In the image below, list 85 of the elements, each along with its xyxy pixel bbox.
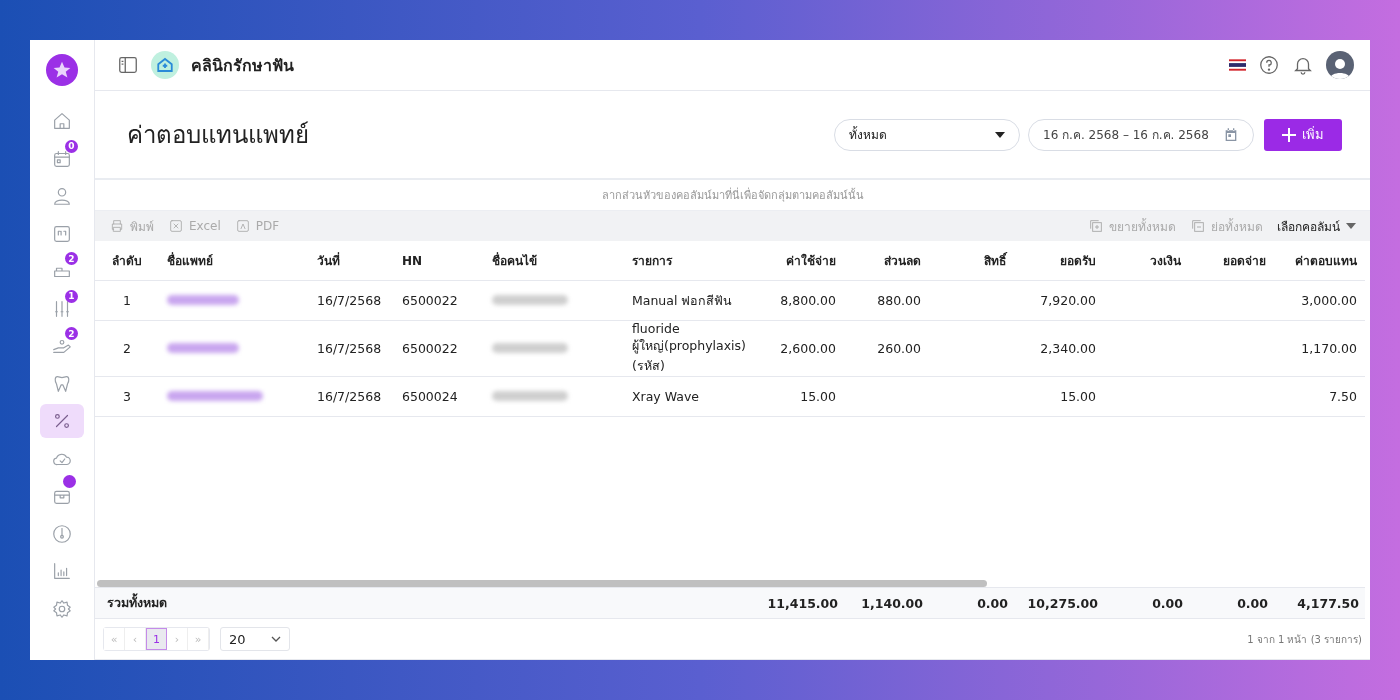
pdf-icon: [234, 218, 251, 234]
print-icon: [109, 218, 125, 234]
count-badge: 1: [65, 289, 78, 303]
sidebar-item[interactable]: 1: [40, 291, 84, 326]
excel-icon: [168, 218, 184, 234]
chevron-down-icon: [271, 636, 281, 642]
column-header[interactable]: วันที่: [309, 251, 394, 270]
gauge-icon: [51, 522, 73, 545]
table-cell-text: 2: [122, 341, 132, 356]
column-header[interactable]: ส่วนลด: [844, 251, 929, 270]
table-cell-text: 15.00: [1059, 389, 1097, 404]
table-cell-text: 16/7/2568: [316, 341, 383, 356]
count-badge: 2: [65, 327, 78, 340]
total-cell-text: 0.00: [1236, 595, 1269, 611]
column-header[interactable]: สิทธิ์: [929, 251, 1014, 270]
add-button[interactable]: เพิ่ม: [1264, 118, 1342, 151]
column-chooser-button[interactable]: เลือกคอลัมน์: [1277, 216, 1356, 236]
table-cell-text: 7,920.00: [1039, 293, 1097, 308]
table-cell-text: 3: [122, 389, 132, 404]
table-cell-text: 1: [122, 293, 132, 308]
table-cell-text: Xray Wave: [631, 389, 701, 404]
column-header[interactable]: ชื่อแพทย์: [159, 251, 309, 270]
settings-icon: [51, 597, 73, 620]
column-header[interactable]: ยอดรับ: [1014, 251, 1104, 270]
page-title: ค่าตอบแทนแพทย์: [127, 120, 310, 151]
table-cell-text: 16/7/2568: [316, 293, 383, 308]
column-header[interactable]: ค่าใช้จ่าย: [759, 251, 844, 270]
pagination-summary: 1 จาก 1 หน้า (3 รายการ): [1247, 632, 1362, 647]
table-cell-text: 6500024: [401, 389, 459, 404]
group-by-hint: ลากส่วนหัวของคอลัมน์มาที่นี่เพื่อจัดกลุ่มตามคอลัมน์นั้น: [601, 186, 864, 204]
table-cell-text: 3,000.00: [1300, 293, 1358, 308]
table-cell-text: 16/7/2568: [316, 389, 383, 404]
column-header[interactable]: รายการ: [624, 251, 759, 270]
column-header[interactable]: ชื่อคนไข้: [484, 251, 624, 270]
column-header[interactable]: HN: [394, 253, 484, 268]
column-header[interactable]: วงเงิน: [1104, 251, 1189, 270]
bar-chart-icon: [51, 560, 73, 582]
table-cell-text: fluoride ผู้ใหญ่(prophylaxis)(รหัส): [631, 321, 747, 375]
table-cell-text: 8,800.00: [779, 293, 837, 308]
caret-icon: [1346, 223, 1356, 229]
table-cell-text: 260.00: [876, 341, 922, 356]
sidebar-item[interactable]: 2: [40, 254, 84, 288]
page-button[interactable]: 1: [146, 628, 167, 650]
table-cell-text: 2,600.00: [779, 341, 837, 356]
total-cell-text: 11,415.00: [766, 595, 839, 611]
page-size-dropdown[interactable]: 20: [220, 627, 290, 651]
total-cell-text: 1,140.00: [860, 595, 924, 611]
horizontal-scrollbar[interactable]: [97, 580, 987, 587]
sidebar-item[interactable]: 2: [40, 329, 84, 363]
table-cell-text: Manual ฟอกสีฟัน: [631, 291, 734, 310]
table-cell-text: 6500022: [401, 293, 459, 308]
totals-label: รวมทั้งหมด: [106, 593, 168, 612]
column-header[interactable]: ยอดจ่าย: [1189, 251, 1274, 270]
total-cell-text: 10,275.00: [1026, 595, 1099, 611]
sidebar-item[interactable]: 0: [40, 141, 84, 176]
table-cell-text: 1,170.00: [1300, 341, 1358, 356]
expand-icon: [1088, 218, 1104, 234]
calendar-icon: [1223, 126, 1239, 143]
sidebar-toggle-icon[interactable]: [117, 54, 139, 76]
help-icon[interactable]: [1258, 54, 1280, 76]
caret-icon: [995, 131, 1005, 138]
total-cell-text: 4,177.50: [1296, 595, 1360, 611]
total-cell-text: 0.00: [1151, 595, 1184, 611]
table-cell-text: 15.00: [799, 389, 837, 404]
user-icon: [51, 185, 73, 207]
column-header[interactable]: ลำดับ: [95, 251, 159, 270]
clinic-name: คลินิกรักษาฟัน: [191, 54, 294, 77]
app-logo[interactable]: [46, 54, 78, 86]
thai-flag-icon[interactable]: [1229, 59, 1246, 71]
blurred-doctor-name: [167, 295, 239, 305]
total-cell-text: 0.00: [976, 595, 1009, 611]
collapse-icon: [1190, 218, 1206, 234]
blurred-doctor-name: [167, 343, 239, 353]
table-cell-text: 6500022: [401, 341, 459, 356]
home-icon: [51, 110, 73, 132]
user-avatar[interactable]: [1326, 51, 1354, 79]
sidebar-item[interactable]: [40, 404, 84, 438]
clinic-house-icon: [151, 51, 179, 79]
table-cell-text: 880.00: [876, 293, 922, 308]
count-badge: 0: [65, 139, 78, 153]
column-header[interactable]: ค่าตอบแทน: [1274, 251, 1365, 270]
plus-icon: [1282, 127, 1296, 142]
table-cell-text: 7.50: [1328, 389, 1358, 404]
count-badge: 2: [65, 252, 78, 265]
table-cell-text: 2,340.00: [1039, 341, 1097, 356]
